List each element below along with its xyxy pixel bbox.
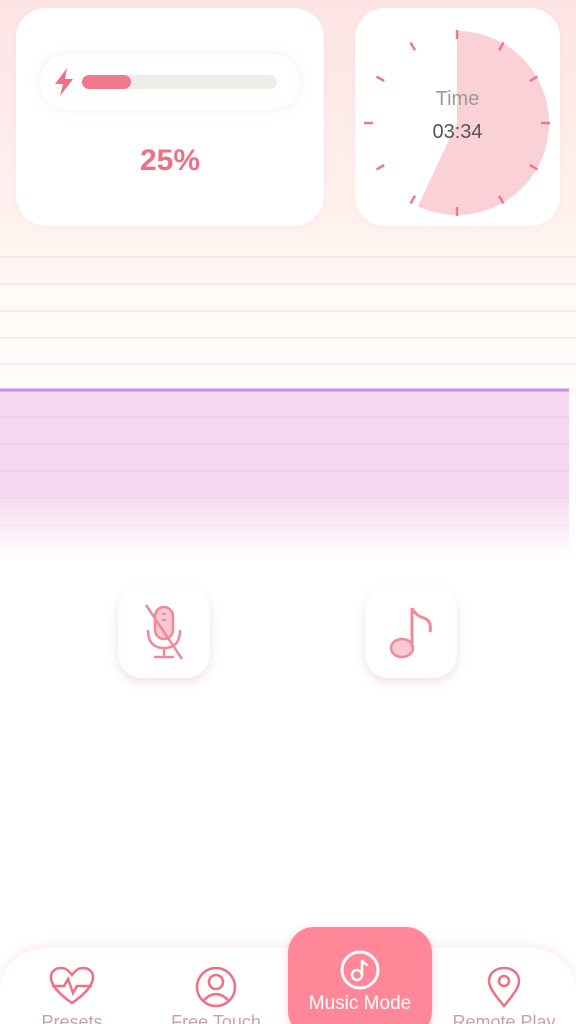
music-source-button[interactable] [365,586,457,678]
location-pin-icon [487,966,521,1008]
tab-music-mode[interactable]: Music Mode [288,927,432,1024]
dial-tick [375,75,385,83]
bolt-icon [55,68,73,96]
timer-value: 03:34 [432,121,483,143]
dial-tick [375,163,385,171]
tab-label: Free Touch [171,1012,261,1024]
tab-remote-play[interactable]: Remote Play [432,948,576,1024]
tab-free-touch[interactable]: Free Touch [144,948,288,1024]
timer-card: Time 03:34 [355,8,560,226]
dial-tick [409,41,417,51]
tab-label: Music Mode [308,993,412,1014]
battery-indicator [40,54,300,110]
tab-presets[interactable]: Presets [0,948,144,1024]
sound-level-visualizer [0,256,576,560]
user-circle-icon [195,966,237,1008]
timer-dial [364,30,550,216]
dial-tick [409,195,417,205]
battery-track [82,75,277,89]
visualizer-gridlines [0,256,576,365]
music-note-icon [389,607,432,659]
battery-percent: 25% [139,144,201,177]
mic-off-icon [144,604,184,660]
tab-label: Remote Play [452,1012,556,1024]
battery-card: 25% [16,8,324,226]
microphone-toggle-button[interactable] [118,586,210,678]
battery-fill [82,75,131,89]
tab-label: Presets [41,1012,103,1024]
music-disc-icon [340,950,380,990]
timer-label: Time [435,88,480,110]
heart-pulse-icon [49,966,95,1005]
